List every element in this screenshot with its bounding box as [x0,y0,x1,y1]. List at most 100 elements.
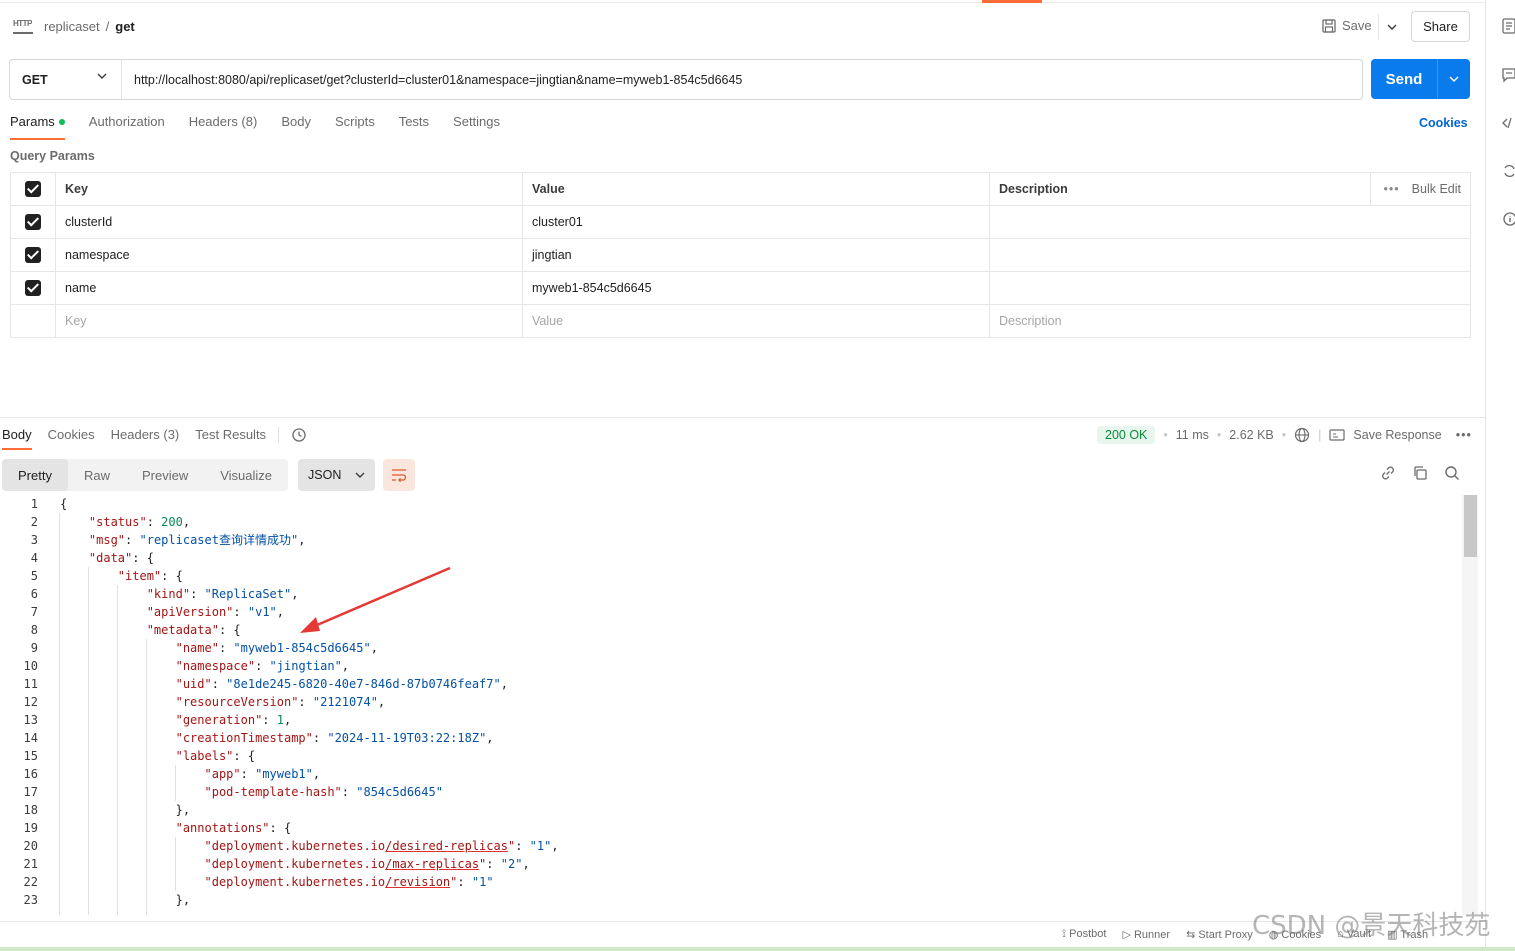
code-icon[interactable] [1502,115,1515,131]
status-badge[interactable]: 200 OK [1097,426,1156,444]
globe-icon[interactable] [1294,427,1310,443]
postbot-button[interactable]: ⟟ Postbot [1062,928,1106,941]
table-header-row: Key Value Description ••• Bulk Edit [10,172,1471,206]
response-time[interactable]: 11 ms [1176,428,1209,442]
code-line: "msg": "replicaset查询详情成功", [88,533,306,547]
more-options-icon[interactable]: ••• [1456,428,1472,442]
history-icon[interactable] [291,427,307,450]
query-params-table: Key Value Description ••• Bulk Edit clust… [10,172,1471,338]
scrollbar-track[interactable] [1462,495,1478,915]
param-key[interactable]: name [55,271,523,305]
param-value[interactable]: jingtian [522,238,990,272]
wrap-lines-button[interactable] [383,459,416,491]
select-all-checkbox[interactable] [25,181,41,197]
line-number: 4 [30,551,38,565]
row-checkbox[interactable] [25,280,41,296]
send-options-button[interactable] [1437,59,1470,99]
share-button[interactable]: Share [1411,11,1470,42]
breadcrumb-current[interactable]: get [115,19,135,34]
json-status: 200 [161,515,183,529]
cookies-link[interactable]: Cookies [1419,116,1468,130]
tab-settings[interactable]: Settings [453,114,500,140]
tab-tests[interactable]: Tests [399,114,429,140]
new-description-input[interactable]: Description [989,304,1471,338]
save-options-button[interactable] [1378,14,1404,40]
search-icon[interactable] [1444,465,1460,481]
response-tab-body[interactable]: Body [2,427,32,450]
save-response-button[interactable]: Save Response [1353,428,1441,442]
tab-params[interactable]: Params [10,114,65,140]
line-number: 2 [30,515,38,529]
active-tab-indicator [982,0,1042,3]
runner-label: Runner [1133,929,1171,941]
method-select[interactable]: GET [10,60,122,99]
response-tab-cookies[interactable]: Cookies [48,427,95,450]
param-description[interactable] [989,238,1471,272]
response-tab-headers[interactable]: Headers (3) [111,427,180,450]
meta-separator: • [1281,428,1287,442]
copy-icon[interactable] [1412,465,1428,481]
watermark: CSDN @景天科技苑 [1252,911,1491,941]
save-label: Save [1342,18,1372,33]
tab-authorization[interactable]: Authorization [89,114,165,140]
param-key[interactable]: namespace [55,238,523,272]
response-tab-test-results[interactable]: Test Results [195,427,266,450]
save-response-icon[interactable] [1329,428,1346,442]
line-number: 9 [30,641,38,655]
line-number: 1 [30,497,38,511]
active-params-dot [58,118,65,125]
key-column-header: Key [55,172,523,206]
format-select[interactable]: JSON [298,459,376,491]
line-number: 19 [23,821,38,835]
comments-icon[interactable] [1502,67,1515,83]
response-divider[interactable] [0,417,1485,418]
row-checkbox[interactable] [25,247,41,263]
start-proxy-button[interactable]: ⇆ Start Proxy [1186,928,1253,941]
line-number: 10 [23,659,38,673]
info-icon[interactable] [1502,211,1515,227]
row-checkbox[interactable] [25,214,41,230]
chevron-down-icon [1387,24,1396,30]
link-icon[interactable] [1380,465,1396,481]
param-value[interactable]: cluster01 [522,205,990,239]
top-bar: HTTP replicaset / get Save Share [0,0,1485,56]
meta-separator: • [1216,428,1222,442]
param-description[interactable] [989,271,1471,305]
breadcrumb-parent[interactable]: replicaset [44,19,100,34]
param-description[interactable] [989,205,1471,239]
code-line: "pod-template-hash": "854c5d6645" [204,785,443,799]
url-input[interactable]: http://localhost:8080/api/replicaset/get… [122,73,742,87]
scrollbar-thumb[interactable] [1464,495,1477,557]
bulk-edit-button[interactable]: ••• Bulk Edit [1384,182,1461,196]
view-raw[interactable]: Raw [68,459,126,491]
more-options-icon[interactable]: ••• [1384,182,1400,196]
related-collections-icon[interactable] [1502,163,1515,179]
view-visualize[interactable]: Visualize [204,459,288,491]
response-size[interactable]: 2.62 KB [1229,428,1273,442]
new-key-input[interactable]: Key [55,304,523,338]
chevron-down-icon [355,472,365,478]
new-value-input[interactable]: Value [522,304,990,338]
line-number: 16 [23,767,38,781]
send-button[interactable]: Send [1371,59,1470,99]
tab-headers[interactable]: Headers (8) [189,114,258,140]
json-app: myweb1 [262,767,306,781]
query-params-title: Query Params [10,149,95,163]
right-sidebar [1485,0,1515,951]
tab-params-label: Params [10,114,55,129]
tab-scripts[interactable]: Scripts [335,114,375,140]
tab-body[interactable]: Body [281,114,311,140]
chevron-down-icon [1449,76,1459,82]
runner-button[interactable]: ▷ Runner [1122,928,1170,941]
documentation-icon[interactable] [1502,18,1515,34]
code-line: "item": { [117,569,183,583]
view-preview[interactable]: Preview [126,459,204,491]
save-button[interactable]: Save [1322,18,1372,33]
view-pretty[interactable]: Pretty [2,459,68,491]
response-body-code[interactable]: 1 { 2 "status": 200, 3 "msg": "replicase… [0,495,1462,915]
json-resource-version: 2121074 [320,695,371,709]
param-value[interactable]: myweb1-854c5d6645 [522,271,990,305]
json-uid: 8e1de245-6820-40e7-846d-87b0746feaf7 [233,677,494,691]
param-key[interactable]: clusterId [55,205,523,239]
json-namespace: jingtian [276,659,335,673]
